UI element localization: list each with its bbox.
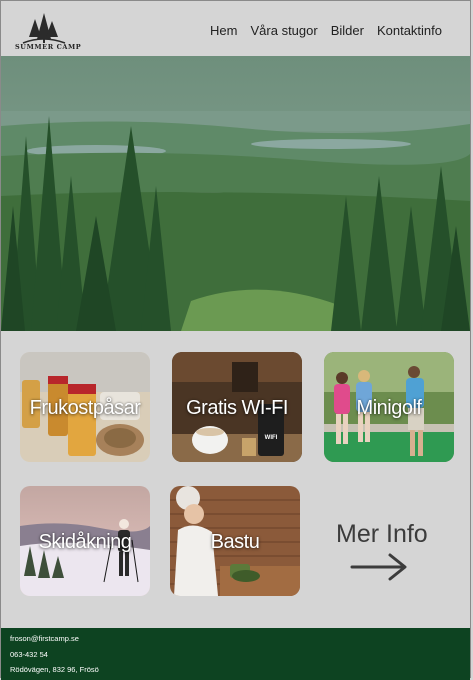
tile-label: Skidåkning	[38, 531, 132, 553]
pine-trees-icon	[22, 13, 66, 44]
footer-email[interactable]: froson@firstcamp.se	[10, 634, 79, 643]
site-footer: froson@firstcamp.se 063-432 54 Rödövägen…	[1, 628, 470, 680]
tile-label: Minigolf	[356, 397, 422, 419]
tile-gratis-wifi[interactable]: WIFI Gratis WI-FI	[172, 352, 302, 462]
nav-item-hem[interactable]: Hem	[210, 23, 237, 38]
wifi-sign: WIFI	[264, 435, 278, 441]
hero-landscape-image	[1, 56, 470, 331]
footer-phone[interactable]: 063-432 54	[10, 650, 48, 659]
nav-item-kontaktinfo[interactable]: Kontaktinfo	[377, 23, 442, 38]
nav-item-bilder[interactable]: Bilder	[331, 23, 364, 38]
nav-item-vara-stugor[interactable]: Våra stugor	[251, 23, 318, 38]
site-header: SUMMER CAMP Hem Våra stugor Bilder Konta…	[1, 1, 470, 56]
logo-wordmark: SUMMER CAMP	[15, 43, 82, 51]
tile-label: Gratis WI-FI	[186, 397, 288, 419]
tile-minigolf[interactable]: Minigolf	[324, 352, 454, 462]
tile-skidakning[interactable]: Skidåkning	[20, 486, 150, 596]
tile-frukostpasar[interactable]: Frukostpåsar	[20, 352, 150, 462]
footer-address: Rödövägen, 832 96, Frösö	[10, 665, 99, 674]
tile-bastu[interactable]: Bastu	[170, 486, 300, 596]
main-nav: Hem Våra stugor Bilder Kontaktinfo	[210, 23, 442, 38]
more-info-label: Mer Info	[336, 520, 428, 548]
arrow-right-icon	[350, 553, 407, 581]
tile-label: Frukostpåsar	[29, 397, 141, 419]
more-info-link[interactable]: Mer Info	[330, 520, 450, 590]
tile-label: Bastu	[210, 531, 260, 553]
